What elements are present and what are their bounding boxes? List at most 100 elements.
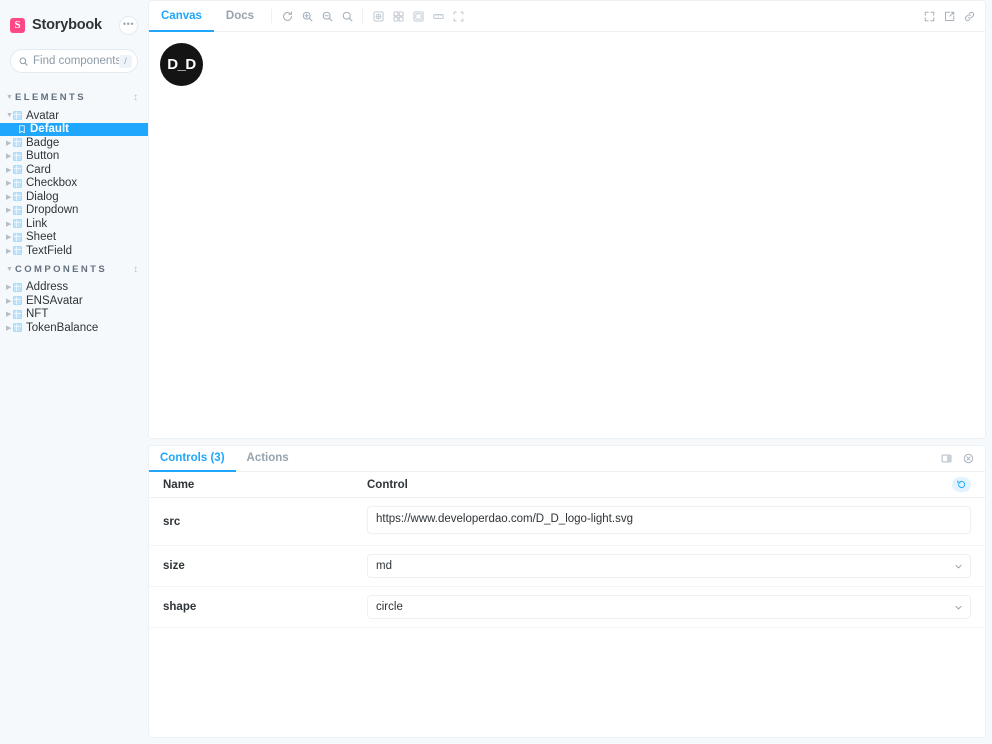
outline-icon[interactable] bbox=[448, 1, 468, 31]
control-row: size md bbox=[149, 546, 985, 587]
tree-section-label: ELEMENTS bbox=[15, 92, 86, 103]
remount-icon[interactable] bbox=[277, 1, 297, 31]
zoom-in-icon[interactable] bbox=[297, 1, 317, 31]
component-icon bbox=[13, 138, 22, 148]
tree-item-label: Avatar bbox=[26, 109, 60, 122]
tree-item-label: Dropdown bbox=[26, 204, 79, 217]
tree-item-label: Address bbox=[26, 281, 69, 294]
sidebar-menu-button[interactable]: ••• bbox=[119, 15, 138, 35]
control-select-value: md bbox=[376, 560, 392, 572]
chevron-down-icon: ▼ bbox=[6, 265, 13, 273]
tree-item-nft[interactable]: ▶ NFT bbox=[0, 308, 148, 322]
chevron-right-icon: ▶ bbox=[6, 180, 12, 188]
avatar: D_D bbox=[160, 43, 203, 86]
preview-card: Canvas Docs D_D bbox=[148, 0, 986, 439]
control-input-src[interactable] bbox=[367, 506, 971, 534]
tree-item-card[interactable]: ▶ Card bbox=[0, 163, 148, 177]
storybook-logo-icon: S bbox=[10, 17, 25, 33]
open-in-new-tab-icon[interactable] bbox=[939, 1, 959, 31]
tree-item-sheet[interactable]: ▶ Sheet bbox=[0, 231, 148, 245]
search-input[interactable] bbox=[33, 55, 119, 67]
chevron-down-icon: ▼ bbox=[6, 94, 13, 101]
control-row: shape circle bbox=[149, 587, 985, 628]
grid-icon[interactable] bbox=[388, 1, 408, 31]
chevron-right-icon: ▶ bbox=[6, 193, 12, 201]
component-icon bbox=[13, 323, 22, 333]
tree-item-label: Checkbox bbox=[26, 177, 78, 190]
panel-spacer bbox=[300, 446, 935, 471]
collapse-all-icon[interactable]: ↕ bbox=[133, 264, 138, 275]
backgrounds-icon[interactable] bbox=[368, 1, 388, 31]
controls-table-header: Name Control bbox=[149, 472, 985, 498]
brand-title: Storybook bbox=[32, 17, 102, 33]
tree-section-components[interactable]: ▼ COMPONENTS ↕ bbox=[0, 258, 148, 281]
control-select-shape[interactable]: circle bbox=[367, 595, 971, 619]
search-container: / bbox=[0, 43, 148, 73]
main-area: Canvas Docs D_D Controls (3) Actions Nam… bbox=[148, 0, 992, 744]
tree-item-dialog[interactable]: ▶ Dialog bbox=[0, 190, 148, 204]
chevron-right-icon: ▶ bbox=[6, 234, 12, 242]
component-icon bbox=[13, 111, 22, 121]
tree-item-tokenbalance[interactable]: ▶ TokenBalance bbox=[0, 321, 148, 335]
zoom-out-icon[interactable] bbox=[317, 1, 337, 31]
tab-actions[interactable]: Actions bbox=[236, 446, 300, 472]
close-panel-icon[interactable] bbox=[957, 446, 979, 471]
tree-item-address[interactable]: ▶ Address bbox=[0, 281, 148, 295]
search-shortcut-badge: / bbox=[119, 54, 132, 68]
component-icon bbox=[13, 178, 22, 188]
copy-link-icon[interactable] bbox=[959, 1, 979, 31]
addon-panel-tabs: Controls (3) Actions bbox=[149, 446, 985, 472]
tree-item-link[interactable]: ▶ Link bbox=[0, 217, 148, 231]
tree-item-button[interactable]: ▶ Button bbox=[0, 150, 148, 164]
tab-controls[interactable]: Controls (3) bbox=[149, 446, 236, 472]
tree-item-dropdown[interactable]: ▶ Dropdown bbox=[0, 204, 148, 218]
component-icon bbox=[13, 192, 22, 202]
chevron-right-icon: ▶ bbox=[6, 207, 12, 215]
tree-item-badge[interactable]: ▶ Badge bbox=[0, 136, 148, 150]
story-canvas: D_D bbox=[149, 32, 985, 438]
tree-item-label: TextField bbox=[26, 244, 73, 257]
chevron-right-icon: ▶ bbox=[6, 297, 12, 305]
viewport-icon[interactable] bbox=[408, 1, 428, 31]
chevron-right-icon: ▶ bbox=[6, 153, 12, 161]
tree-item-label: Card bbox=[26, 163, 51, 176]
component-icon bbox=[13, 282, 22, 292]
column-header-control: Control bbox=[367, 478, 408, 491]
collapse-all-icon[interactable]: ↕ bbox=[133, 92, 138, 103]
component-icon bbox=[13, 232, 22, 242]
tree-item-ensavatar[interactable]: ▶ ENSAvatar bbox=[0, 294, 148, 308]
controls-list: src size md shape circle bbox=[149, 498, 985, 628]
component-icon bbox=[13, 296, 22, 306]
component-tree: ▼ ELEMENTS ↕ ▼ Avatar Default ▶ Badge ▶ Button ▶ Ca… bbox=[0, 86, 148, 335]
tab-docs[interactable]: Docs bbox=[214, 1, 266, 32]
control-name: shape bbox=[163, 601, 197, 613]
toolbar-divider bbox=[271, 9, 273, 23]
control-select-value: circle bbox=[376, 601, 403, 613]
column-header-name: Name bbox=[163, 478, 195, 491]
tree-section-elements[interactable]: ▼ ELEMENTS ↕ bbox=[0, 86, 148, 109]
control-select-size[interactable]: md bbox=[367, 554, 971, 578]
search-box[interactable]: / bbox=[10, 49, 138, 73]
tree-item-label: TokenBalance bbox=[26, 321, 99, 334]
panel-position-icon[interactable] bbox=[935, 446, 957, 471]
control-name: size bbox=[163, 560, 185, 572]
tree-item-avatar[interactable]: ▼ Avatar bbox=[0, 109, 148, 123]
tab-canvas[interactable]: Canvas bbox=[149, 1, 214, 32]
addon-panel: Controls (3) Actions Name Control src ht… bbox=[148, 445, 986, 738]
measure-icon[interactable] bbox=[428, 1, 448, 31]
chevron-right-icon: ▶ bbox=[6, 139, 12, 147]
tree-item-label: Badge bbox=[26, 136, 60, 149]
reset-controls-icon[interactable] bbox=[952, 477, 972, 492]
tree-story-label: Default bbox=[30, 123, 69, 136]
tree-item-textfield[interactable]: ▶ TextField bbox=[0, 244, 148, 258]
tree-story-default[interactable]: Default bbox=[0, 122, 148, 136]
storybook-app: S Storybook ••• / ▼ELEMENTS↕▼AvatarDefau… bbox=[0, 0, 992, 744]
fullscreen-icon[interactable] bbox=[919, 1, 939, 31]
component-icon bbox=[13, 219, 22, 229]
control-field: md bbox=[367, 554, 985, 578]
control-name: src bbox=[163, 515, 181, 528]
tree-item-checkbox[interactable]: ▶ Checkbox bbox=[0, 177, 148, 191]
chevron-right-icon: ▶ bbox=[6, 220, 12, 228]
zoom-reset-icon[interactable] bbox=[337, 1, 357, 31]
